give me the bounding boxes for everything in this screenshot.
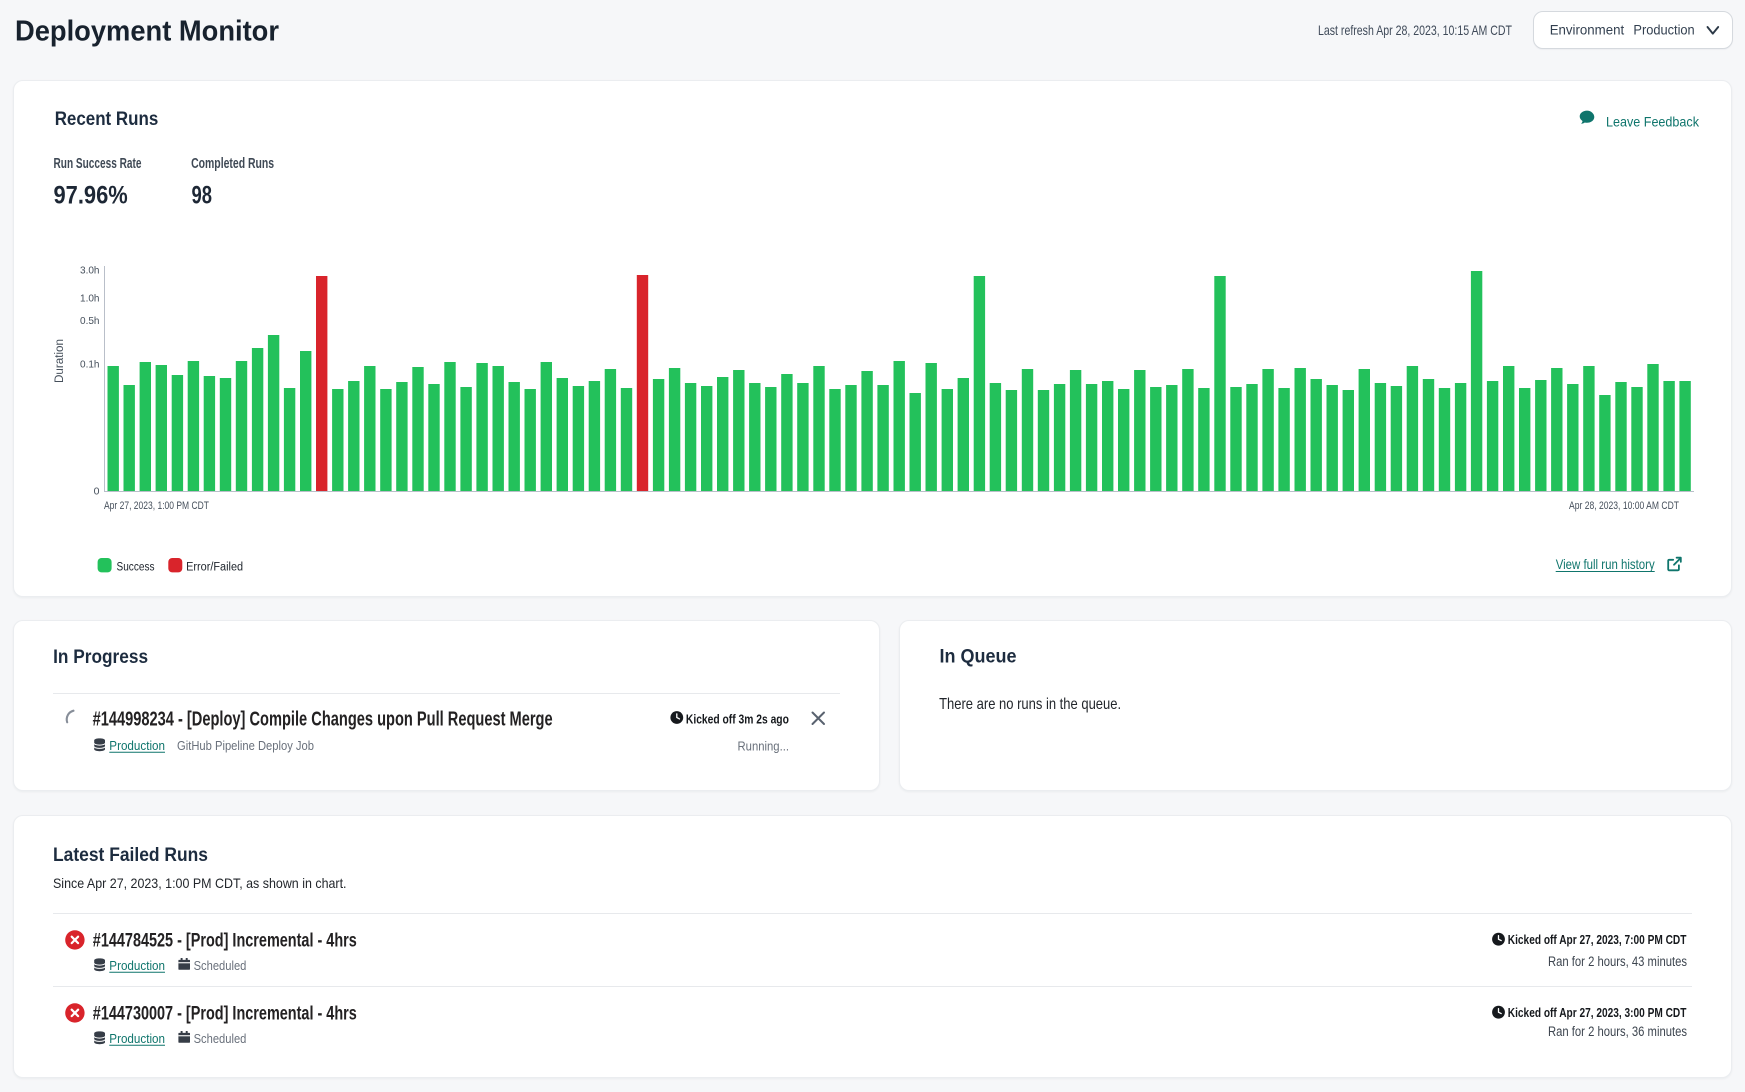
svg-text:Leave Feedback: Leave Feedback — [1606, 114, 1700, 130]
svg-text:0.1h: 0.1h — [80, 358, 100, 370]
svg-text:Apr 27, 2023, 1:00 PM CDT: Apr 27, 2023, 1:00 PM CDT — [104, 500, 209, 512]
svg-text:3.0h: 3.0h — [80, 265, 100, 277]
svg-text:In Queue: In Queue — [940, 646, 1017, 668]
svg-text:97.96%: 97.96% — [54, 182, 128, 209]
svg-text:Production: Production — [1633, 23, 1694, 38]
svg-text:Scheduled: Scheduled — [194, 1031, 247, 1046]
svg-text:#144784525 - [Prod] Incrementa: #144784525 - [Prod] Incremental - 4hrs — [93, 930, 357, 951]
svg-text:Success: Success — [117, 562, 155, 574]
svg-text:Kicked off 3m 2s ago: Kicked off 3m 2s ago — [686, 712, 789, 727]
svg-text:Since Apr 27, 2023, 1:00 PM CD: Since Apr 27, 2023, 1:00 PM CDT, as show… — [53, 876, 347, 891]
svg-text:Deployment Monitor: Deployment Monitor — [15, 16, 279, 48]
svg-text:Error/Failed: Error/Failed — [186, 562, 243, 574]
svg-text:#144730007 - [Prod] Incrementa: #144730007 - [Prod] Incremental - 4hrs — [93, 1003, 357, 1024]
svg-text:Scheduled: Scheduled — [194, 958, 247, 973]
svg-text:Ran for 2 hours, 36 minutes: Ran for 2 hours, 36 minutes — [1548, 1024, 1687, 1039]
svg-text:0: 0 — [94, 486, 100, 498]
svg-text:98: 98 — [192, 182, 213, 209]
svg-text:1.0h: 1.0h — [80, 293, 100, 305]
svg-text:Production: Production — [109, 958, 165, 973]
svg-text:In Progress: In Progress — [53, 646, 148, 668]
svg-text:GitHub Pipeline Deploy Job: GitHub Pipeline Deploy Job — [177, 738, 314, 753]
svg-text:Latest Failed Runs: Latest Failed Runs — [53, 844, 208, 866]
svg-text:There are no runs in the queue: There are no runs in the queue. — [939, 696, 1121, 713]
svg-text:Last refresh Apr 28, 2023, 10:: Last refresh Apr 28, 2023, 10:15 AM CDT — [1318, 22, 1512, 38]
svg-text:Completed Runs: Completed Runs — [191, 156, 274, 172]
svg-text:Production: Production — [109, 1031, 165, 1046]
svg-text:Duration: Duration — [54, 339, 66, 383]
svg-text:0.5h: 0.5h — [80, 315, 100, 327]
svg-text:Apr 28, 2023, 10:00 AM CDT: Apr 28, 2023, 10:00 AM CDT — [1569, 500, 1679, 512]
svg-text:Running...: Running... — [738, 739, 790, 754]
svg-text:#144998234 - [Deploy] Compile: #144998234 - [Deploy] Compile Changes up… — [93, 707, 553, 730]
svg-text:Recent Runs: Recent Runs — [55, 108, 159, 130]
svg-text:Kicked off Apr 27, 2023, 7:00: Kicked off Apr 27, 2023, 7:00 PM CDT — [1508, 933, 1687, 947]
svg-text:Run Success Rate: Run Success Rate — [54, 156, 142, 172]
svg-text:Ran for 2 hours, 43 minutes: Ran for 2 hours, 43 minutes — [1548, 954, 1687, 969]
svg-text:View full run history: View full run history — [1556, 556, 1655, 572]
svg-text:Kicked off Apr 27, 2023, 3:00: Kicked off Apr 27, 2023, 3:00 PM CDT — [1508, 1006, 1687, 1020]
svg-text:Environment: Environment — [1550, 23, 1625, 38]
svg-text:Production: Production — [109, 738, 165, 753]
